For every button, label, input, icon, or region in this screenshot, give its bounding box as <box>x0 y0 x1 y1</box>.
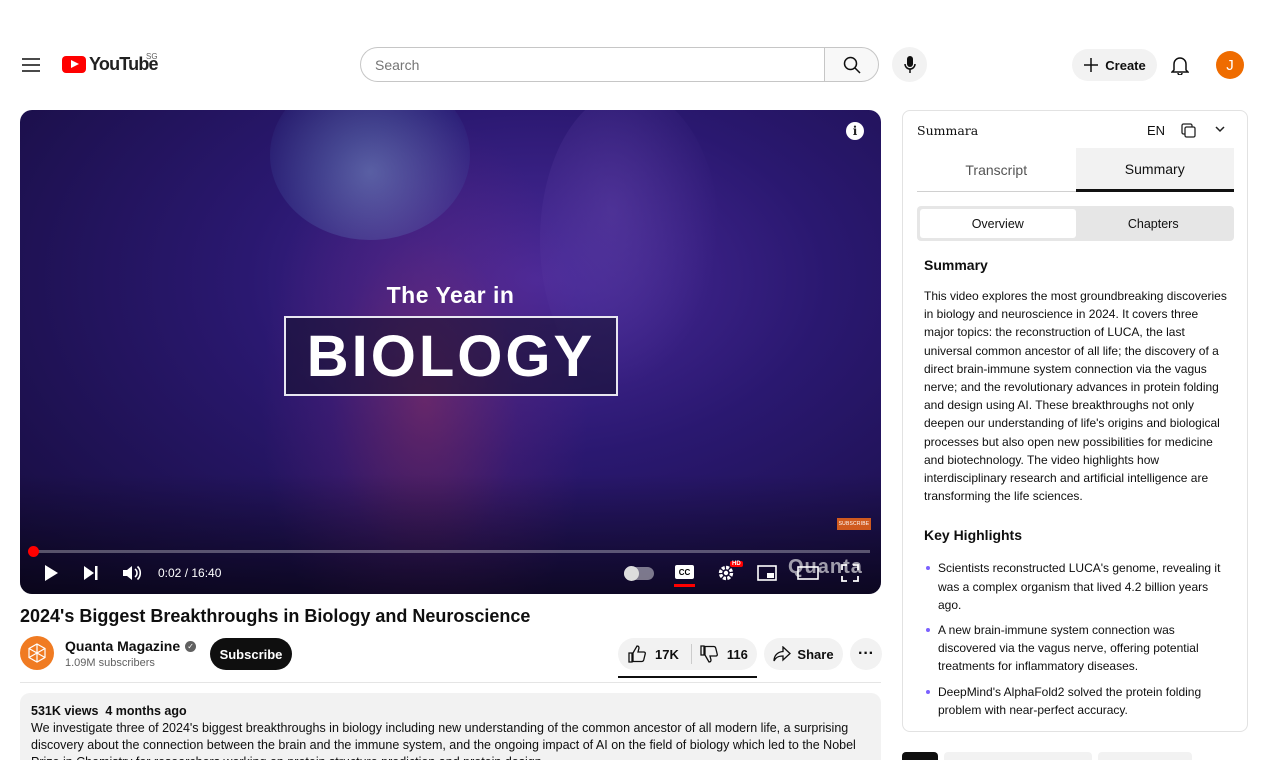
hd-badge: HD <box>730 561 743 567</box>
video-title: 2024's Biggest Breakthroughs in Biology … <box>20 606 531 626</box>
time-display: 0:02 / 16:40 <box>158 566 222 580</box>
share-button[interactable]: Share <box>764 638 843 670</box>
more-actions-button[interactable]: ··· <box>850 638 882 670</box>
summara-brand: Summara <box>917 123 979 138</box>
youtube-logo[interactable]: YouTube <box>62 54 159 75</box>
description-text: We investigate three of 2024's biggest b… <box>31 721 856 760</box>
summara-tabs: Transcript Summary <box>917 148 1234 192</box>
search-input[interactable] <box>375 56 810 73</box>
user-avatar[interactable]: J <box>1216 51 1244 79</box>
search-bar <box>360 47 879 82</box>
key-highlights-heading: Key Highlights <box>924 527 1023 544</box>
share-icon <box>773 646 792 662</box>
player-controls: 0:02 / 16:40 CC HD <box>20 558 881 588</box>
summary-heading: Summary <box>924 257 988 273</box>
like-divider <box>690 644 692 664</box>
video-overlay-title: BIOLOGY <box>306 323 596 389</box>
next-icon <box>84 566 98 580</box>
create-button[interactable]: Create <box>1072 49 1157 81</box>
next-button[interactable] <box>80 561 102 585</box>
copy-button[interactable] <box>1181 123 1196 143</box>
highlight-item: DeepMind's AlphaFold2 solved the protein… <box>924 683 1230 719</box>
cc-active-indicator <box>674 584 695 587</box>
description-box[interactable]: 531K views 4 months ago We investigate t… <box>20 693 881 760</box>
verified-icon: ✓ <box>185 640 197 652</box>
like-dislike-group: 17K 116 <box>618 638 757 670</box>
upload-age: 4 months ago <box>105 704 187 718</box>
like-active-underline <box>618 676 757 678</box>
scrubber-handle[interactable] <box>28 546 39 557</box>
theater-mode-button[interactable] <box>797 561 819 585</box>
progress-bar[interactable] <box>32 550 870 553</box>
highlight-item: A new brain-immune system connection was… <box>924 621 1230 676</box>
summary-text: This video explores the most groundbreak… <box>924 289 1227 504</box>
channel-avatar[interactable] <box>20 636 54 670</box>
section-divider <box>20 682 881 683</box>
video-overlay-subtitle: The Year in <box>386 282 515 308</box>
autoplay-toggle[interactable] <box>624 566 654 581</box>
search-field-wrapper <box>360 47 824 82</box>
masthead: YouTube SG Create J <box>0 40 1270 90</box>
cc-icon[interactable]: CC <box>675 565 694 579</box>
thumbs-up-icon <box>628 645 646 663</box>
search-icon <box>843 56 861 74</box>
recommendation-chips-row <box>902 752 1248 760</box>
description-meta: 531K views 4 months ago <box>31 703 870 720</box>
video-overlay-title-box: BIOLOGY <box>284 316 618 396</box>
fullscreen-icon <box>841 564 859 582</box>
fullscreen-button[interactable] <box>839 561 861 585</box>
subscribe-button[interactable]: Subscribe <box>210 638 292 670</box>
like-count: 17K <box>655 646 679 662</box>
miniplayer-button[interactable] <box>756 561 778 585</box>
country-code: SG <box>146 52 158 61</box>
chip[interactable] <box>1098 752 1192 760</box>
chip[interactable] <box>944 752 1092 760</box>
thumbs-down-icon <box>700 645 718 663</box>
copy-icon <box>1181 123 1196 138</box>
share-label: Share <box>797 646 834 662</box>
dislike-button[interactable]: 116 <box>700 638 748 670</box>
tab-transcript[interactable]: Transcript <box>917 148 1076 192</box>
subscriber-count: 1.09M subscribers <box>65 657 155 669</box>
play-button[interactable] <box>40 561 62 585</box>
language-selector[interactable]: EN <box>1147 123 1165 138</box>
summara-panel: Summara EN Transcript Summary Overview C… <box>902 110 1248 732</box>
subscribe-watermark-badge[interactable]: SUBSCRIBE <box>837 518 871 530</box>
highlights-list: Scientists reconstructed LUCA's genome, … <box>924 559 1230 719</box>
highlight-item: Scientists reconstructed LUCA's genome, … <box>924 559 1230 614</box>
view-count: 531K views <box>31 704 99 718</box>
summary-view-switch: Overview Chapters <box>917 206 1234 241</box>
quanta-logo-icon <box>28 643 46 663</box>
info-icon[interactable]: i <box>846 122 864 140</box>
volume-icon <box>123 565 142 581</box>
volume-button[interactable] <box>120 561 144 585</box>
collapse-button[interactable] <box>1213 122 1227 141</box>
dislike-count: 116 <box>726 646 748 662</box>
chip-all[interactable] <box>902 752 938 760</box>
chevron-down-icon <box>1215 126 1225 133</box>
channel-name-text: Quanta Magazine <box>65 638 181 654</box>
summara-header: Summara EN <box>917 123 1235 143</box>
microphone-icon <box>903 55 916 73</box>
summary-content: Summary This video explores the most gro… <box>924 257 1230 726</box>
channel-name[interactable]: Quanta Magazine ✓ <box>65 638 197 654</box>
video-player[interactable]: i The Year in BIOLOGY SUBSCRIBE Quanta 0… <box>20 110 881 594</box>
bell-icon <box>1171 57 1189 75</box>
play-icon <box>45 565 58 581</box>
segment-overview[interactable]: Overview <box>920 209 1076 238</box>
search-button[interactable] <box>824 47 879 82</box>
like-button[interactable]: 17K <box>618 638 679 670</box>
youtube-play-logo-icon <box>62 56 86 73</box>
miniplayer-icon <box>757 565 777 581</box>
voice-search-button[interactable] <box>892 47 927 82</box>
theater-icon <box>797 566 819 580</box>
tab-summary[interactable]: Summary <box>1075 148 1234 192</box>
segment-chapters[interactable]: Chapters <box>1076 209 1232 238</box>
notifications-button[interactable] <box>1165 50 1195 80</box>
hamburger-menu-icon[interactable] <box>16 50 46 80</box>
create-label: Create <box>1105 57 1146 73</box>
plus-icon <box>1084 58 1099 72</box>
